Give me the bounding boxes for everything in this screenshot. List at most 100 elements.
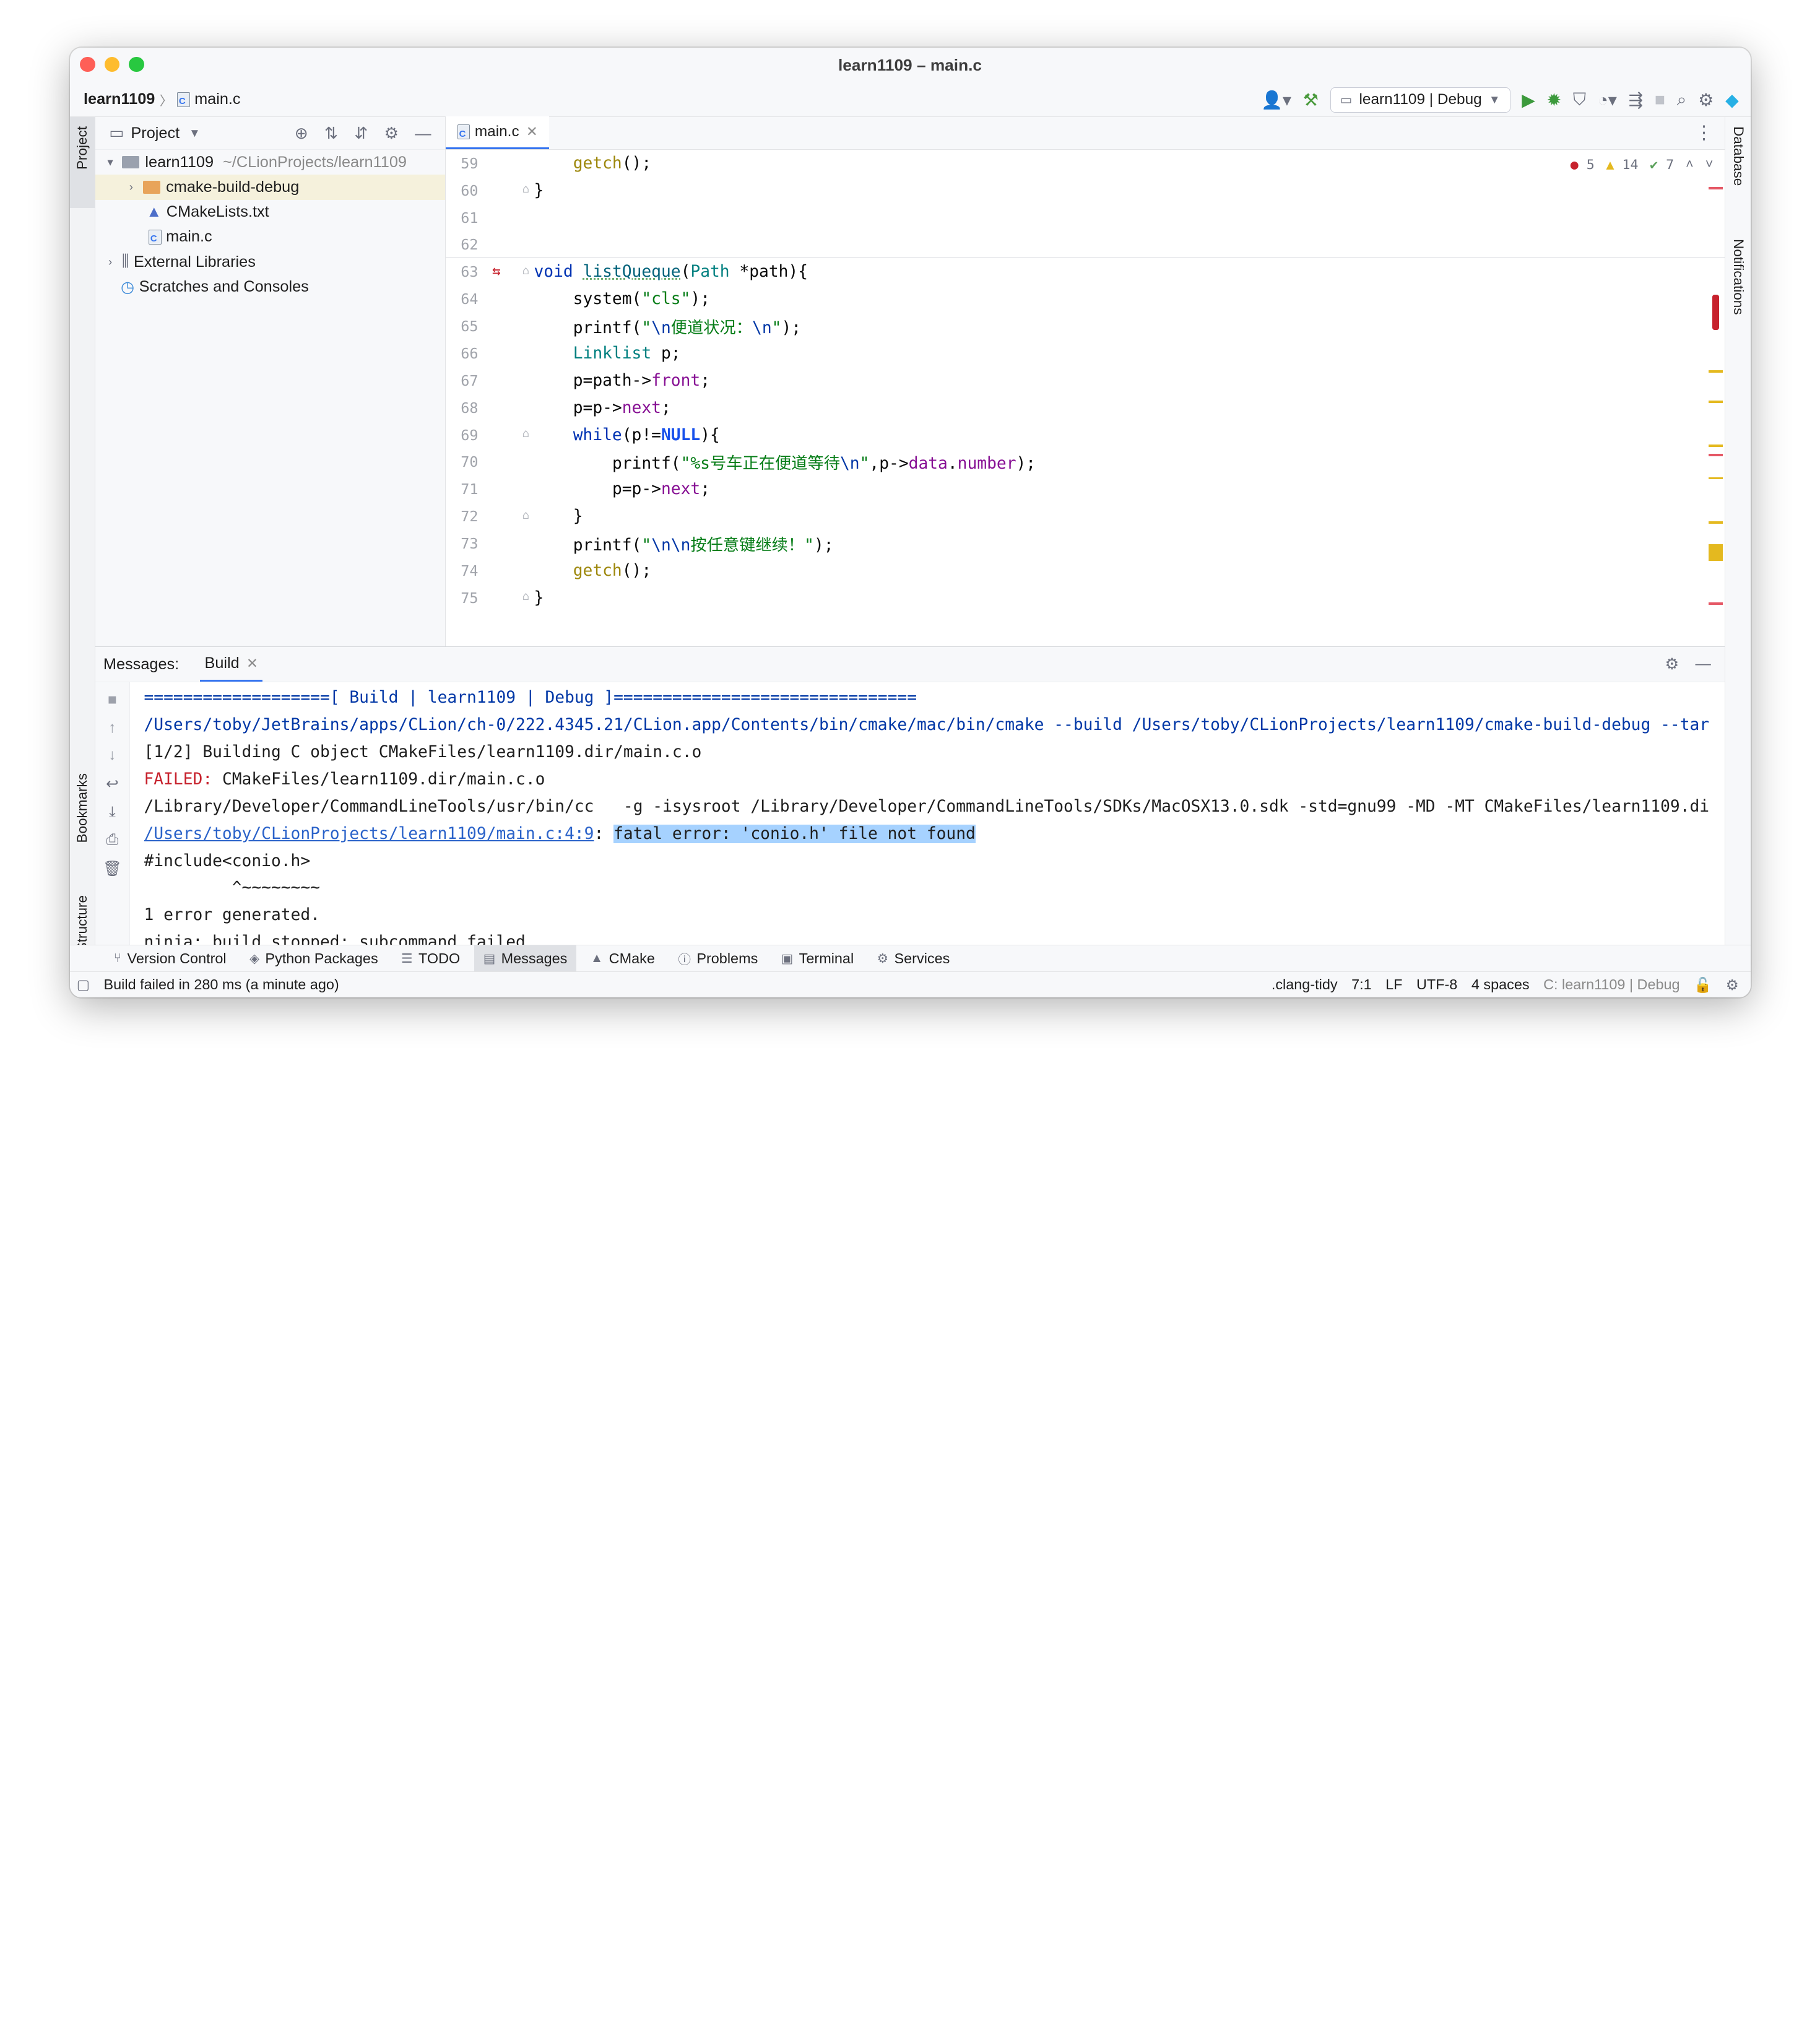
chevron-down-icon[interactable]: ▼ xyxy=(189,126,201,140)
status-message[interactable]: Build failed in 280 ms (a minute ago) xyxy=(104,976,339,993)
breadcrumb-project[interactable]: learn1109 xyxy=(84,90,155,108)
tree-item-scratches[interactable]: ◷ Scratches and Consoles xyxy=(95,274,445,299)
notifications-tool-window-button[interactable]: Notifications xyxy=(1730,239,1746,315)
next-highlight-icon[interactable]: ˅ xyxy=(1705,157,1714,173)
fold-icon[interactable]: ⌂ xyxy=(522,264,529,277)
run-configuration-selector[interactable]: ▭ learn1109 | Debug ▼ xyxy=(1330,87,1510,113)
user-icon[interactable]: 👤▾ xyxy=(1261,90,1291,110)
print-icon[interactable]: ⎙ xyxy=(106,831,119,849)
code-line: 66 Linklist p; xyxy=(461,344,681,363)
error-stripe-mark[interactable] xyxy=(1709,602,1723,605)
caret-position[interactable]: 7:1 xyxy=(1351,976,1372,993)
tree-item-cmake-build-debug[interactable]: › cmake-build-debug xyxy=(95,175,445,200)
tab-version-control[interactable]: ⑂ Version Control xyxy=(105,945,236,972)
tab-services[interactable]: ⚙ Services xyxy=(868,945,960,972)
tab-problems[interactable]: ⓘ Problems xyxy=(669,945,767,972)
tree-item-main-c[interactable]: main.c xyxy=(95,225,445,249)
expand-all-icon[interactable]: ⇅ xyxy=(324,124,338,143)
tree-item-cmakelists[interactable]: ▲ CMakeLists.txt xyxy=(95,200,445,225)
breadcrumb-file[interactable]: main.c xyxy=(194,90,241,108)
stop-icon[interactable]: ■ xyxy=(1655,90,1665,110)
tab-main-c[interactable]: main.c ✕ xyxy=(446,116,550,149)
search-icon[interactable]: ⌕ xyxy=(1677,90,1687,110)
error-stripe-mark[interactable] xyxy=(1709,186,1723,189)
collapse-all-icon[interactable]: ⇵ xyxy=(354,124,368,143)
warning-stripe-mark[interactable] xyxy=(1709,544,1723,561)
zoom-window-button[interactable] xyxy=(129,56,144,72)
code-line: 70 printf("%s号车正在便道等待\n",p->data.number)… xyxy=(461,453,1036,474)
fold-icon[interactable]: ⌂ xyxy=(522,590,529,603)
chevron-down-icon[interactable]: ▾ xyxy=(102,155,118,169)
clion-logo-icon[interactable]: ◆ xyxy=(1725,90,1739,110)
arrow-up-icon[interactable]: ↑ xyxy=(108,719,116,737)
gear-icon[interactable]: ⚙ xyxy=(1698,90,1714,110)
output-line: FAILED: CMakeFiles/learn1109.dir/main.c.… xyxy=(144,770,545,789)
resolve-context-widget[interactable]: C: learn1109 | Debug xyxy=(1543,976,1680,993)
build-output[interactable]: ===================[ Build | learn1109 |… xyxy=(144,682,1725,945)
fold-icon[interactable]: ⌂ xyxy=(522,183,529,196)
fold-icon[interactable]: ⌂ xyxy=(522,509,529,522)
tree-item-external-libraries[interactable]: › ⫼ External Libraries xyxy=(95,249,445,274)
attach-debugger-icon[interactable]: ⇶ xyxy=(1629,90,1644,110)
arrow-down-icon[interactable]: ↓ xyxy=(108,747,116,764)
stop-icon[interactable]: ■ xyxy=(108,692,117,709)
fold-icon[interactable]: ⌂ xyxy=(522,427,529,440)
trash-icon[interactable]: 🗑 xyxy=(103,859,122,878)
toggle-tool-windows-icon[interactable]: ▢ xyxy=(77,977,90,993)
folder-view-icon: ▭ xyxy=(109,124,124,142)
indent-widget[interactable]: 4 spaces xyxy=(1471,976,1530,993)
gear-icon[interactable]: ⚙ xyxy=(1665,655,1679,674)
warning-count[interactable]: ▲ 14 xyxy=(1606,157,1639,173)
tab-cmake[interactable]: ▲ CMake xyxy=(581,945,664,972)
tab-python-packages[interactable]: ◈ Python Packages xyxy=(240,945,388,972)
database-tool-window-button[interactable]: Database xyxy=(1730,126,1746,186)
tab-build[interactable]: Build ✕ xyxy=(199,647,263,682)
soft-wrap-icon[interactable]: ↩ xyxy=(106,774,118,793)
weak-warning-count[interactable]: ✔ 7 xyxy=(1650,157,1674,173)
close-window-button[interactable] xyxy=(80,56,95,72)
build-hammer-icon[interactable]: ⚒ xyxy=(1303,90,1319,110)
error-stripe-mark[interactable] xyxy=(1709,454,1723,456)
close-icon[interactable]: ✕ xyxy=(246,656,258,672)
navigate-to-declaration-icon[interactable]: ⇆ xyxy=(492,263,501,279)
gear-icon[interactable]: ⚙ xyxy=(384,124,399,143)
structure-tool-window-button[interactable]: Structure xyxy=(74,895,90,952)
previous-highlight-icon[interactable]: ˄ xyxy=(1686,157,1694,173)
warning-stripe-mark[interactable] xyxy=(1709,477,1723,480)
breadcrumb: learn1109 〉 main.c xyxy=(84,90,241,109)
tree-item-project-root[interactable]: ▾ learn1109 ~/CLionProjects/learn1109 xyxy=(95,150,445,175)
debug-bug-icon[interactable]: ✹ xyxy=(1547,90,1562,110)
coverage-icon[interactable]: ⛉ xyxy=(1573,90,1586,110)
line-separator-widget[interactable]: LF xyxy=(1385,976,1402,993)
minimize-window-button[interactable] xyxy=(104,56,120,72)
tab-terminal[interactable]: ▣ Terminal xyxy=(772,945,863,972)
chevron-right-icon[interactable]: › xyxy=(102,255,118,269)
lock-icon[interactable]: 🔓 xyxy=(1694,976,1712,994)
inspection-profile-icon[interactable]: ⚙ xyxy=(1726,976,1739,994)
bookmarks-tool-window-button[interactable]: Bookmarks xyxy=(74,773,90,843)
warning-stripe-mark[interactable] xyxy=(1709,400,1723,403)
chevron-right-icon[interactable]: › xyxy=(123,180,139,194)
code-area[interactable]: ● 5 ▲ 14 ✔ 7 ˄ ˅ 59 getch(); 60 ⌂} 61 62 … xyxy=(446,150,1725,647)
tab-todo[interactable]: ☰ TODO xyxy=(392,945,469,972)
run-icon[interactable]: ▶ xyxy=(1522,90,1535,110)
more-options-icon[interactable]: ⋮ xyxy=(1695,116,1714,149)
clang-tidy-widget[interactable]: .clang-tidy xyxy=(1272,976,1338,993)
project-panel-title[interactable]: Project xyxy=(131,124,180,142)
warning-stripe-mark[interactable] xyxy=(1709,370,1723,373)
close-icon[interactable]: ✕ xyxy=(526,124,538,140)
tab-messages[interactable]: ▤ Messages xyxy=(474,945,577,972)
error-location-link[interactable]: /Users/toby/CLionProjects/learn1109/main… xyxy=(144,825,594,843)
scrollbar-thumb[interactable] xyxy=(1712,295,1719,330)
project-tool-window-button[interactable]: Project xyxy=(74,126,90,170)
error-count[interactable]: ● 5 xyxy=(1571,157,1595,173)
warning-stripe-mark[interactable] xyxy=(1709,521,1723,524)
scroll-to-end-icon[interactable]: ⤓ xyxy=(109,804,116,821)
encoding-widget[interactable]: UTF-8 xyxy=(1416,976,1457,993)
inspection-widget[interactable]: ● 5 ▲ 14 ✔ 7 ˄ ˅ xyxy=(1571,157,1714,173)
hide-panel-icon[interactable]: — xyxy=(415,124,431,143)
profile-icon[interactable]: ◔▾ xyxy=(1598,90,1617,110)
locate-file-icon[interactable]: ⊕ xyxy=(295,124,308,143)
warning-stripe-mark[interactable] xyxy=(1709,445,1723,447)
hide-panel-icon[interactable]: — xyxy=(1695,655,1710,674)
